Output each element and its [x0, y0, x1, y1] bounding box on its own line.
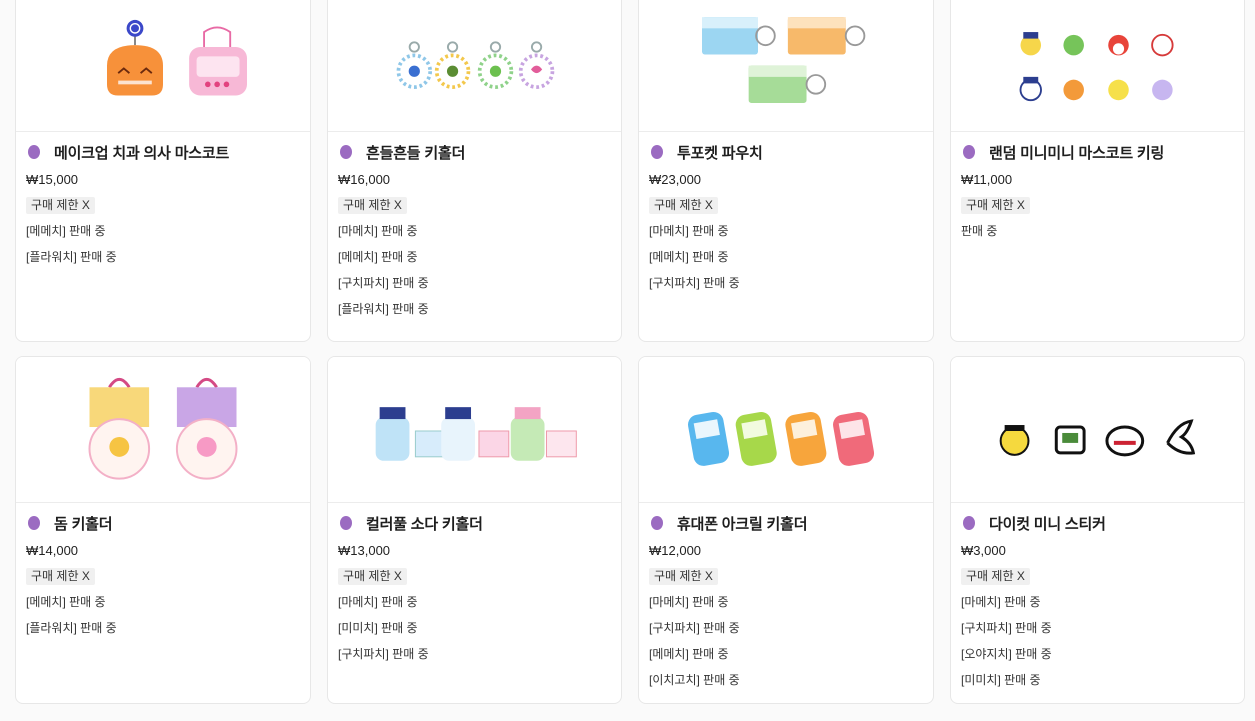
- phone-acrylic-keyholder-image[interactable]: [639, 357, 933, 503]
- sale-status: [마메치] 판매 중: [961, 595, 1041, 609]
- product-card[interactable]: 랜덤 미니미니 마스코트 키링 ₩11,000 구매 제한 X 판매 중: [950, 0, 1245, 342]
- product-name[interactable]: 다이컷 미니 스티커: [989, 513, 1106, 534]
- purchase-limit-badge: 구매 제한 X: [961, 197, 1030, 214]
- product-price: ₩12,000: [649, 543, 702, 558]
- product-name[interactable]: 흔들흔들 키홀더: [366, 142, 465, 163]
- product-price: ₩13,000: [338, 543, 391, 558]
- purchase-limit-badge: 구매 제한 X: [649, 568, 718, 585]
- status-dot-icon: [340, 145, 352, 159]
- two-pocket-pouch-image[interactable]: [639, 0, 933, 132]
- product-price: ₩15,000: [26, 172, 79, 187]
- sale-status: [미미치] 판매 중: [961, 673, 1041, 687]
- wobble-keyholder-image[interactable]: [328, 0, 621, 132]
- makeup-mascot-image[interactable]: [16, 0, 310, 132]
- sale-status: [메메치] 판매 중: [26, 224, 106, 238]
- status-dot-icon: [28, 145, 40, 159]
- sale-status: [미미치] 판매 중: [338, 621, 418, 635]
- product-price: ₩11,000: [961, 172, 1013, 187]
- status-dot-icon: [340, 516, 352, 530]
- product-price: ₩3,000: [961, 543, 1006, 558]
- status-dot-icon: [963, 145, 975, 159]
- status-dot-icon: [651, 145, 663, 159]
- purchase-limit-badge: 구매 제한 X: [649, 197, 718, 214]
- product-name[interactable]: 메이크업 치과 의사 마스코트: [54, 142, 229, 163]
- product-name[interactable]: 랜덤 미니미니 마스코트 키링: [989, 142, 1164, 163]
- product-name[interactable]: 돔 키홀더: [54, 513, 113, 534]
- purchase-limit-badge: 구매 제한 X: [338, 568, 407, 585]
- purchase-limit-badge: 구매 제한 X: [26, 197, 95, 214]
- product-card[interactable]: 돔 키홀더 ₩14,000 구매 제한 X [메메치] 판매 중 [플라워치] …: [15, 356, 311, 704]
- status-dot-icon: [963, 516, 975, 530]
- random-mini-mascot-image[interactable]: [951, 0, 1244, 132]
- status-dot-icon: [651, 516, 663, 530]
- status-dot-icon: [28, 516, 40, 530]
- sale-status: [메메치] 판매 중: [649, 250, 729, 264]
- sale-status: [마메치] 판매 중: [649, 224, 729, 238]
- sale-status: [메메치] 판매 중: [649, 647, 729, 661]
- product-price: ₩23,000: [649, 172, 702, 187]
- sale-status: [구치파치] 판매 중: [338, 276, 429, 290]
- dome-keyholder-image[interactable]: [16, 357, 310, 503]
- sale-status: 판매 중: [961, 224, 998, 238]
- product-card[interactable]: 다이컷 미니 스티커 ₩3,000 구매 제한 X [마메치] 판매 중 [구치…: [950, 356, 1245, 704]
- product-name[interactable]: 휴대폰 아크릴 키홀더: [677, 513, 808, 534]
- purchase-limit-badge: 구매 제한 X: [26, 568, 95, 585]
- purchase-limit-badge: 구매 제한 X: [961, 568, 1030, 585]
- sale-status: [메메치] 판매 중: [338, 250, 418, 264]
- product-card[interactable]: 투포켓 파우치 ₩23,000 구매 제한 X [마메치] 판매 중 [메메치]…: [638, 0, 934, 342]
- product-card[interactable]: 휴대폰 아크릴 키홀더 ₩12,000 구매 제한 X [마메치] 판매 중 […: [638, 356, 934, 704]
- sale-status: [메메치] 판매 중: [26, 595, 106, 609]
- sale-status: [플라워치] 판매 중: [26, 250, 117, 264]
- sale-status: [구치파치] 판매 중: [961, 621, 1052, 635]
- product-card[interactable]: 메이크업 치과 의사 마스코트 ₩15,000 구매 제한 X [메메치] 판매…: [15, 0, 311, 342]
- product-price: ₩16,000: [338, 172, 391, 187]
- sale-status: [마메치] 판매 중: [338, 224, 418, 238]
- die-cut-sticker-image[interactable]: [951, 357, 1244, 503]
- sale-status: [오야지치] 판매 중: [961, 647, 1052, 661]
- product-card[interactable]: 흔들흔들 키홀더 ₩16,000 구매 제한 X [마메치] 판매 중 [메메치…: [327, 0, 622, 342]
- product-name[interactable]: 컬러풀 소다 키홀더: [366, 513, 483, 534]
- sale-status: [이치고치] 판매 중: [649, 673, 740, 687]
- sale-status: [구치파치] 판매 중: [338, 647, 429, 661]
- purchase-limit-badge: 구매 제한 X: [338, 197, 407, 214]
- sale-status: [마메치] 판매 중: [649, 595, 729, 609]
- sale-status: [구치파치] 판매 중: [649, 621, 740, 635]
- sale-status: [구치파치] 판매 중: [649, 276, 740, 290]
- sale-status: [마메치] 판매 중: [338, 595, 418, 609]
- product-grid: 메이크업 치과 의사 마스코트 ₩15,000 구매 제한 X [메메치] 판매…: [15, 0, 1245, 704]
- sale-status: [플라워치] 판매 중: [26, 621, 117, 635]
- product-price: ₩14,000: [26, 543, 79, 558]
- product-card[interactable]: 컬러풀 소다 키홀더 ₩13,000 구매 제한 X [마메치] 판매 중 [미…: [327, 356, 622, 704]
- sale-status: [플라워치] 판매 중: [338, 302, 429, 316]
- product-name[interactable]: 투포켓 파우치: [677, 142, 763, 163]
- soda-keyholder-image[interactable]: [328, 357, 621, 503]
